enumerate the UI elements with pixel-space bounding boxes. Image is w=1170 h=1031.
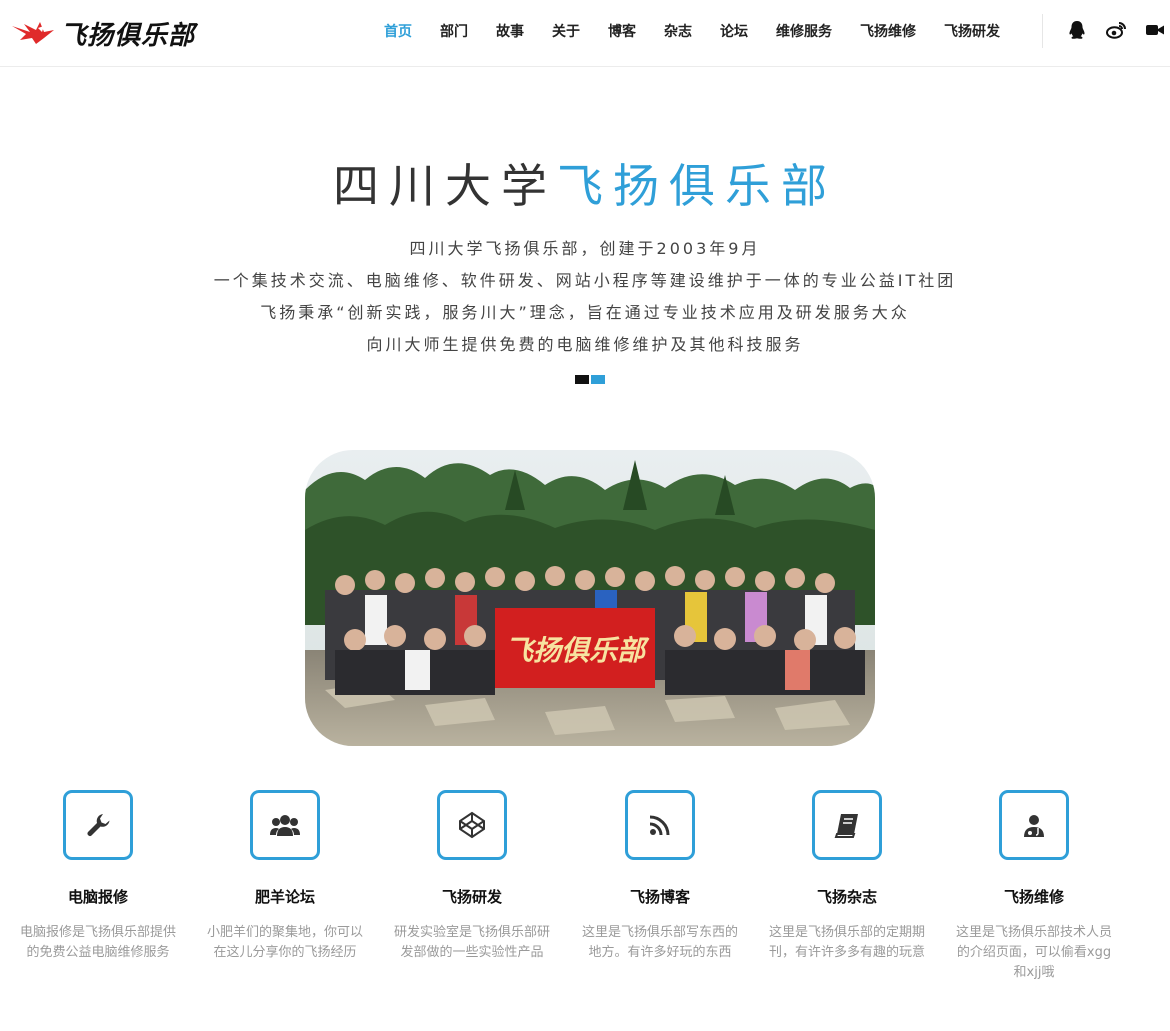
feature-rnd: 飞扬研发 研发实验室是飞扬俱乐部研发部做的一些实验性产品	[392, 790, 552, 963]
hero-title: 四川大学飞扬俱乐部	[0, 150, 1170, 216]
hero-title-highlight: 飞扬俱乐部	[557, 159, 837, 213]
feature-desc: 这里是飞扬俱乐部的定期期刊，有许许多多有趣的玩意	[769, 925, 926, 960]
social-links	[1066, 19, 1166, 41]
carousel-dot-1[interactable]	[575, 375, 589, 384]
nav-item-home[interactable]: 首页	[370, 21, 426, 41]
nav-item-repair-service[interactable]: 维修服务	[762, 21, 846, 41]
rss-icon	[649, 815, 670, 836]
weibo-icon[interactable]	[1105, 19, 1127, 41]
feature-feiyang-repair: 飞扬维修 这里是飞扬俱乐部技术人员的介绍页面，可以偷看xgg和xjj哦	[954, 790, 1114, 983]
feature-desc: 电脑报修是飞扬俱乐部提供的免费公益电脑维修服务	[20, 925, 177, 960]
feature-desc: 这里是飞扬俱乐部写东西的地方。有许多好玩的东西	[582, 925, 739, 960]
feature-repair: 电脑报修 电脑报修是飞扬俱乐部提供的免费公益电脑维修服务	[18, 790, 178, 963]
nav-item-feiyang-rnd[interactable]: 飞扬研发	[930, 21, 1014, 41]
qq-icon[interactable]	[1066, 19, 1088, 41]
hero-title-prefix: 四川大学	[333, 159, 557, 213]
hero-line-3: 飞扬秉承“创新实践，服务川大”理念，旨在通过专业技术应用及研发服务大众	[260, 303, 910, 322]
feature-title: 电脑报修	[67, 888, 128, 906]
feature-desc: 研发实验室是飞扬俱乐部研发部做的一些实验性产品	[394, 925, 551, 960]
banner-text: 飞扬俱乐部	[505, 634, 650, 667]
feature-feiyang-repair-icon-box[interactable]	[999, 790, 1069, 860]
video-icon[interactable]	[1144, 19, 1166, 41]
wrench-icon	[87, 814, 110, 836]
feature-blog-icon-box[interactable]	[625, 790, 695, 860]
book-icon	[834, 814, 858, 838]
main-nav: 首页 部门 故事 关于 博客 杂志 论坛 维修服务 飞扬维修 飞扬研发	[370, 0, 1014, 62]
feature-title: 飞扬维修	[1003, 888, 1064, 906]
hero-description: 四川大学飞扬俱乐部，创建于2003年9月 一个集技术交流、电脑维修、软件研发、网…	[0, 233, 1170, 361]
hero-line-4: 向川大师生提供免费的电脑维修维护及其他科技服务	[366, 335, 804, 354]
feature-desc: 这里是飞扬俱乐部技术人员的介绍页面，可以偷看xgg和xjj哦	[956, 925, 1113, 980]
site-header: 飞扬俱乐部 首页 部门 故事 关于 博客 杂志 论坛 维修服务 飞扬维修 飞扬研…	[0, 0, 1170, 67]
doctor-icon	[1024, 815, 1044, 837]
carousel-dot-2[interactable]	[591, 375, 605, 384]
logo-text: 飞扬俱乐部	[60, 20, 196, 51]
feature-forum: 肥羊论坛 小肥羊们的聚集地，你可以在这儿分享你的飞扬经历	[205, 790, 365, 963]
feature-title: 飞扬研发	[441, 888, 502, 906]
nav-item-blog[interactable]: 博客	[594, 21, 650, 41]
feature-blog: 飞扬博客 这里是飞扬俱乐部写东西的地方。有许多好玩的东西	[580, 790, 740, 963]
nav-item-feiyang-repair[interactable]: 飞扬维修	[846, 21, 930, 41]
users-icon	[270, 815, 300, 836]
feature-magazine-icon-box[interactable]	[812, 790, 882, 860]
hero-line-1: 四川大学飞扬俱乐部，创建于2003年9月	[409, 239, 761, 258]
feature-forum-icon-box[interactable]	[250, 790, 320, 860]
carousel-indicators	[575, 375, 605, 384]
nav-item-departments[interactable]: 部门	[426, 21, 482, 41]
feature-repair-icon-box[interactable]	[63, 790, 133, 860]
feature-rnd-icon-box[interactable]	[437, 790, 507, 860]
nav-divider	[1042, 14, 1043, 48]
hero-line-2: 一个集技术交流、电脑维修、软件研发、网站小程序等建设维护于一体的专业公益IT社团	[213, 271, 957, 290]
codepen-icon	[459, 811, 485, 839]
feature-title: 肥羊论坛	[254, 888, 315, 906]
nav-item-forum[interactable]: 论坛	[706, 21, 762, 41]
feature-desc: 小肥羊们的聚集地，你可以在这儿分享你的飞扬经历	[207, 925, 364, 960]
group-photo: 飞扬俱乐部	[305, 450, 875, 746]
nav-item-about[interactable]: 关于	[538, 21, 594, 41]
eagle-logo-icon	[12, 22, 54, 44]
feature-magazine: 飞扬杂志 这里是飞扬俱乐部的定期期刊，有许许多多有趣的玩意	[767, 790, 927, 963]
nav-item-stories[interactable]: 故事	[482, 21, 538, 41]
site-logo[interactable]: 飞扬俱乐部	[10, 13, 195, 53]
feature-title: 飞扬博客	[629, 888, 690, 906]
nav-item-magazine[interactable]: 杂志	[650, 21, 706, 41]
feature-title: 飞扬杂志	[816, 888, 877, 906]
